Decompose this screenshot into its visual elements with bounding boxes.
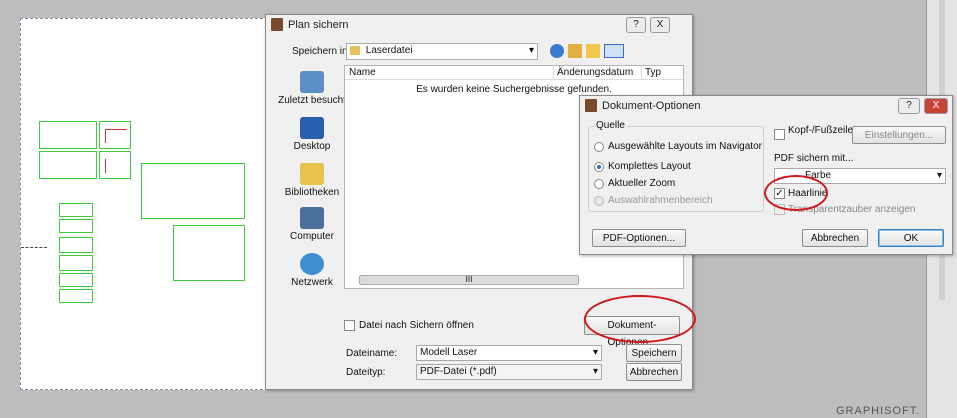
column-type[interactable]: Typ (641, 66, 661, 80)
place-recent[interactable]: Zuletzt besucht (276, 71, 348, 106)
radio-label: Ausgewählte Layouts im Navigator (608, 141, 762, 152)
plan-box (59, 203, 93, 217)
place-computer[interactable]: Computer (276, 207, 348, 242)
plan-box (99, 151, 131, 179)
ok-button[interactable]: OK (878, 229, 944, 247)
plan-box (59, 273, 93, 287)
help-button[interactable]: ? (626, 17, 646, 33)
options-cancel-button[interactable]: Abbrechen (802, 229, 868, 247)
close-button[interactable]: X (650, 17, 670, 33)
radio-selection-frame[interactable] (594, 196, 604, 206)
desktop-icon (300, 117, 324, 139)
place-network[interactable]: Netzwerk (276, 253, 348, 288)
new-folder-icon[interactable] (586, 44, 600, 58)
pdf-options-button[interactable]: PDF-Optionen... (592, 229, 686, 247)
column-name[interactable]: Name (349, 66, 376, 80)
back-icon[interactable] (550, 44, 564, 58)
save-dialog-title: Plan sichern (288, 19, 349, 31)
plan-red-line (105, 159, 106, 173)
radio-label: Komplettes Layout (608, 161, 691, 172)
source-group-label: Quelle (594, 120, 627, 131)
save-button[interactable]: Speichern (626, 344, 682, 362)
radio-current-zoom[interactable] (594, 179, 604, 189)
places-sidebar: Zuletzt besucht Desktop Bibliotheken Com… (270, 65, 346, 305)
column-date[interactable]: Änderungsdatum (553, 66, 633, 80)
open-after-save-checkbox[interactable] (344, 320, 355, 331)
break-line (21, 247, 47, 248)
help-button[interactable]: ? (898, 98, 920, 114)
scroll-thumb[interactable]: III (359, 275, 579, 285)
radio-label: Aktueller Zoom (608, 178, 676, 189)
place-label: Computer (290, 231, 334, 242)
folder-icon (350, 45, 360, 55)
plan-box (141, 163, 245, 219)
place-label: Desktop (293, 141, 331, 152)
plan-red-line (105, 129, 106, 143)
app-icon (271, 18, 283, 31)
place-label: Netzwerk (291, 277, 333, 288)
computer-icon (300, 207, 324, 229)
network-icon (300, 253, 324, 275)
plan-box (99, 121, 131, 149)
header-footer-label: Kopf-/Fußzeile (788, 125, 854, 136)
layout-canvas (20, 18, 268, 390)
plan-box (59, 219, 93, 233)
save-in-label: Speichern in: (292, 46, 351, 57)
filetype-dropdown[interactable]: PDF-Datei (*.pdf) (416, 364, 602, 380)
horizontal-scrollbar[interactable]: III (349, 274, 679, 286)
up-folder-icon[interactable] (568, 44, 582, 58)
place-desktop[interactable]: Desktop (276, 117, 348, 152)
place-libraries[interactable]: Bibliotheken (276, 163, 348, 198)
highlight-circle (764, 175, 828, 211)
app-icon (585, 99, 597, 112)
radio-label: Auswahlrahmenbereich (608, 195, 713, 206)
options-dialog-title: Dokument-Optionen (602, 100, 701, 112)
plan-box (39, 121, 97, 149)
cancel-button[interactable]: Abbrechen (626, 363, 682, 381)
plan-box (59, 255, 93, 271)
graphisoft-logo: GRAPHISOFT. (836, 405, 921, 417)
empty-message: Es wurden keine Suchergebnisse gefunden. (416, 84, 612, 95)
radio-complete-layout[interactable] (594, 162, 604, 172)
filetype-label: Dateityp: (346, 367, 386, 378)
place-label: Zuletzt besucht (278, 95, 346, 106)
document-options-dialog: Dokument-Optionen ? X Quelle Ausgewählte… (579, 95, 953, 255)
filename-label: Dateiname: (346, 348, 398, 359)
save-dialog-titlebar: Plan sichern ? X (266, 15, 692, 35)
header-footer-checkbox[interactable] (774, 129, 785, 140)
view-menu-icon[interactable] (604, 44, 624, 58)
file-list-header: Name Änderungsdatum Typ (345, 66, 683, 80)
filename-input[interactable]: Modell Laser (416, 345, 602, 361)
close-button[interactable]: X (924, 98, 948, 114)
options-dialog-titlebar: Dokument-Optionen ? X (580, 96, 952, 116)
plan-box (39, 151, 97, 179)
settings-button[interactable]: Einstellungen... (852, 126, 946, 144)
radio-selected-layouts[interactable] (594, 142, 604, 152)
libraries-icon (300, 163, 324, 185)
pdf-save-with-label: PDF sichern mit... (774, 153, 854, 164)
recent-icon (300, 71, 324, 93)
plan-box (173, 225, 245, 281)
open-after-save-label: Datei nach Sichern öffnen (359, 320, 474, 331)
plan-box (59, 289, 93, 303)
save-in-value: Laserdatei (365, 45, 413, 56)
plan-box (59, 237, 93, 253)
highlight-circle (584, 295, 696, 343)
save-in-dropdown[interactable]: Laserdatei (346, 43, 538, 60)
plan-red-line (105, 129, 127, 130)
place-label: Bibliotheken (284, 187, 340, 198)
